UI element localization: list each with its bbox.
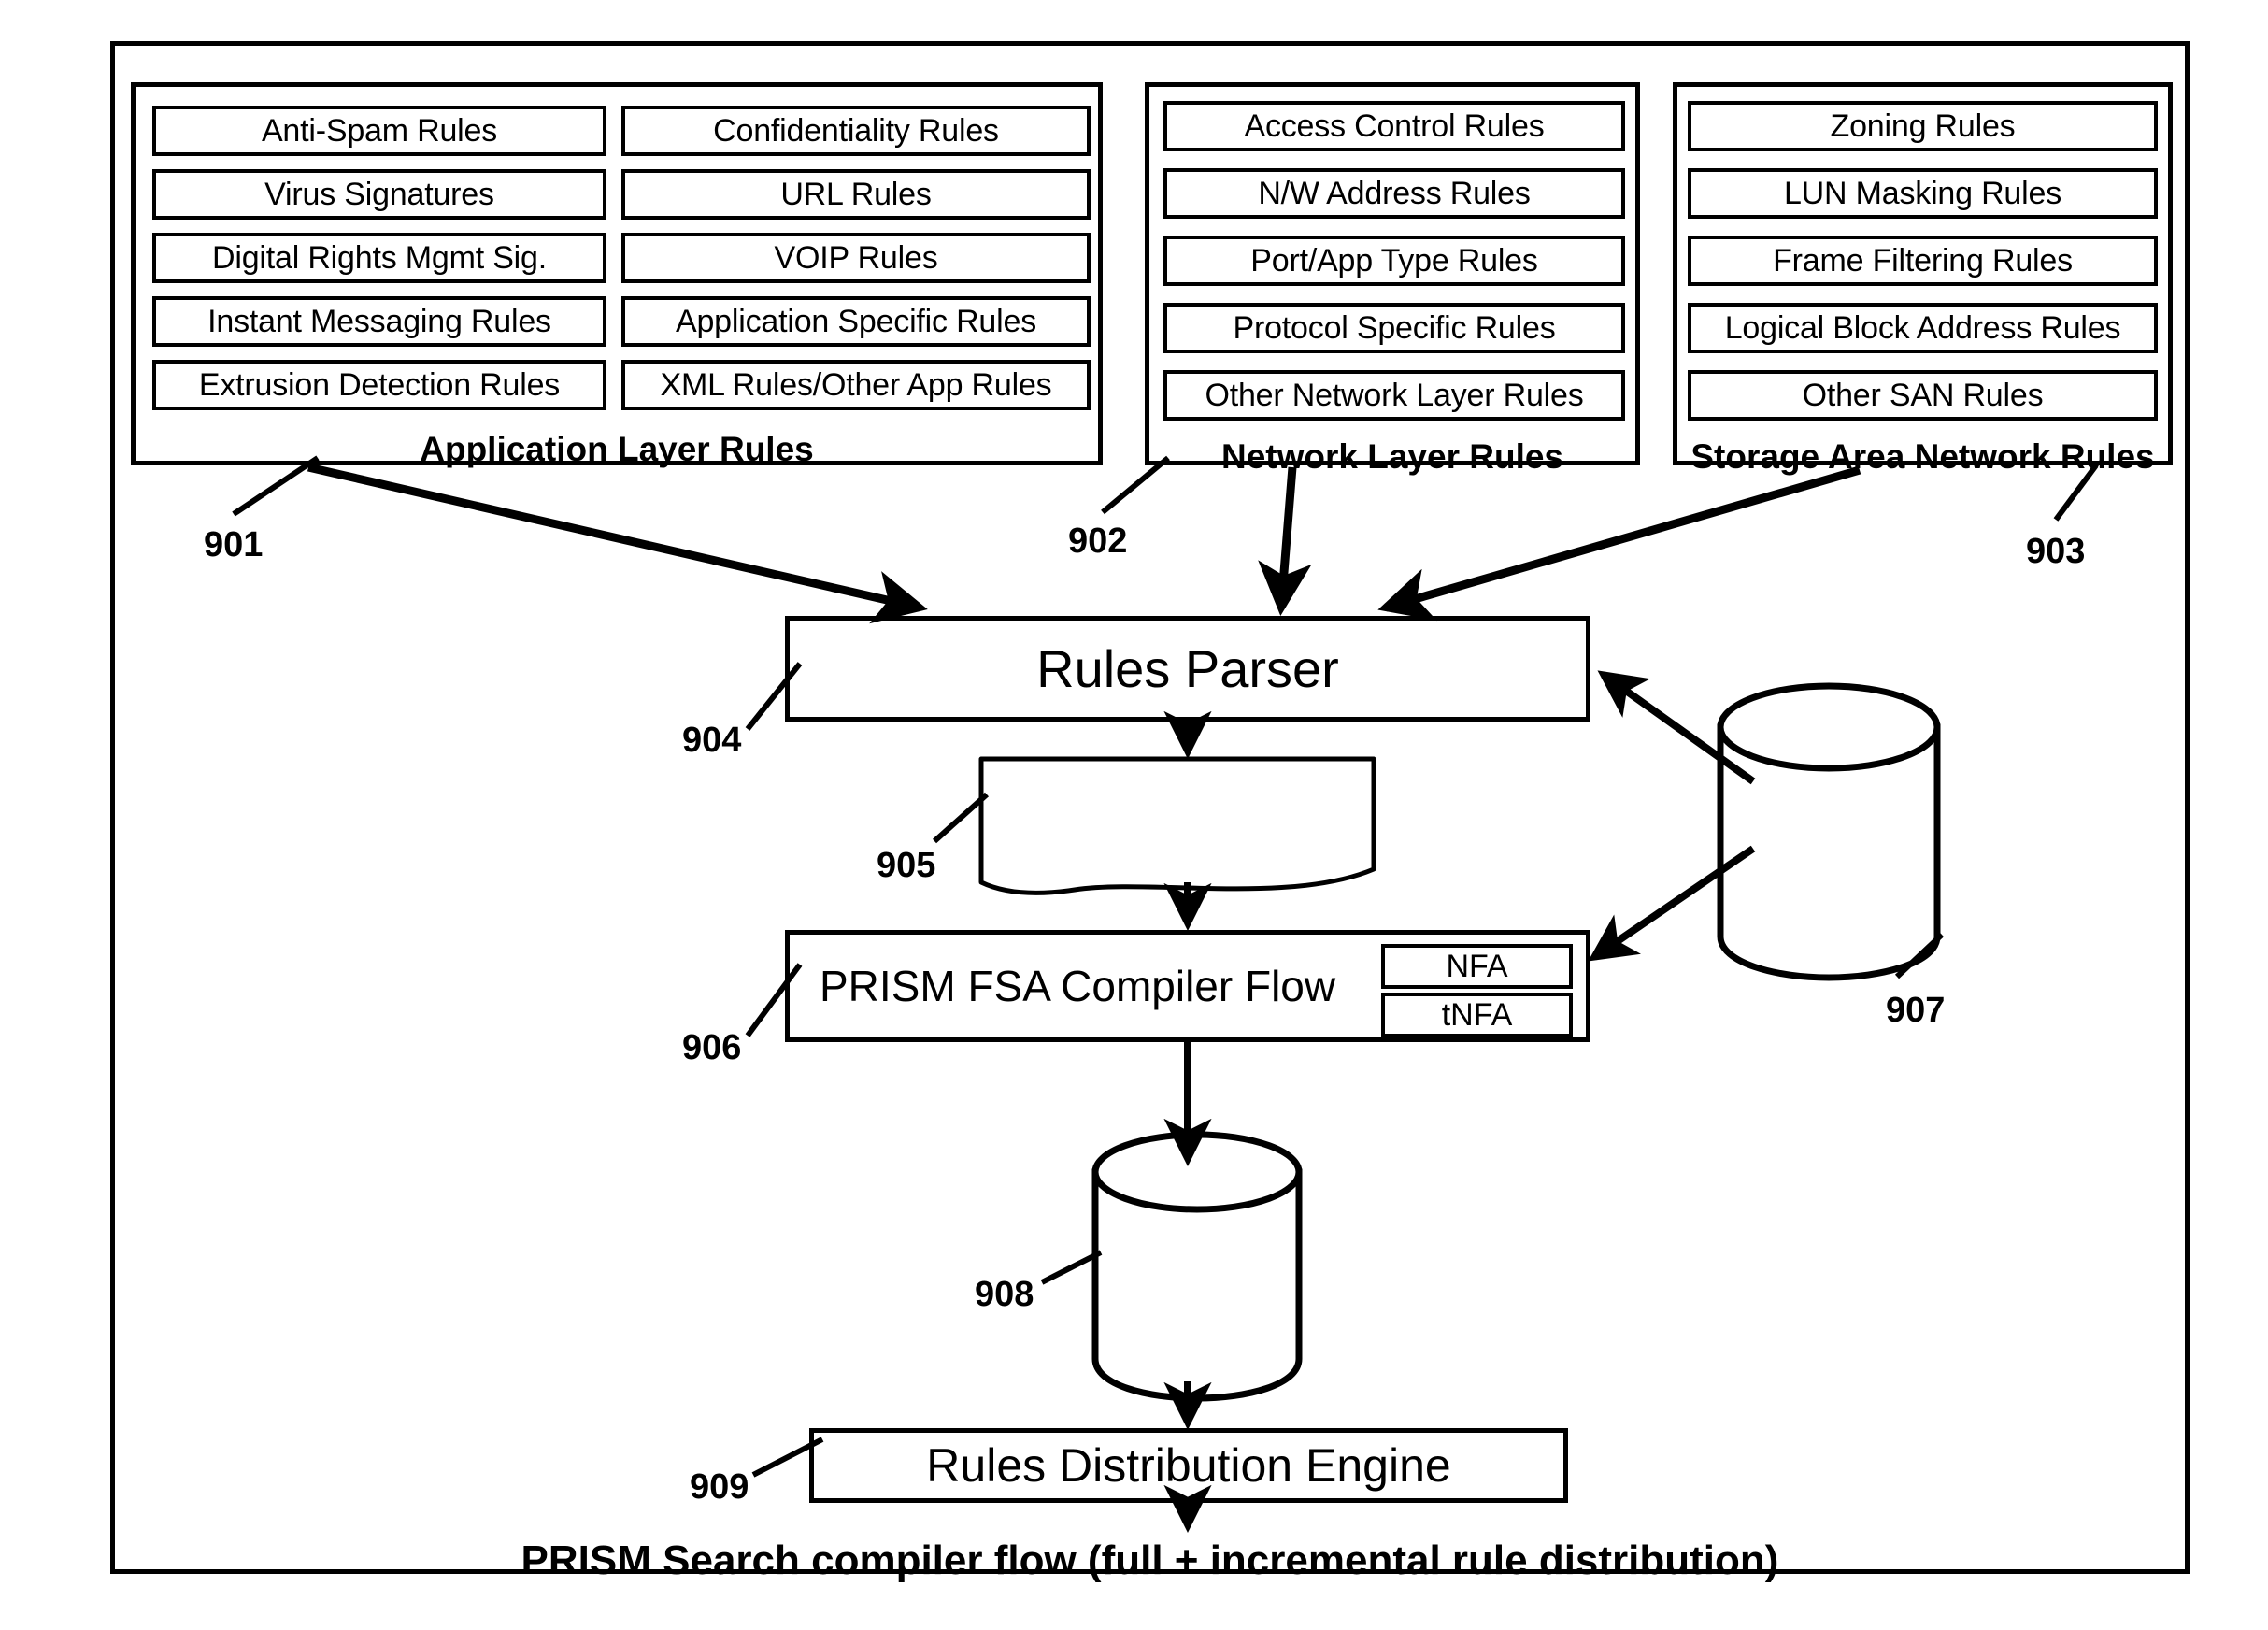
rule-box-instant-messaging[interactable]: Instant Messaging Rules — [152, 296, 606, 347]
sub-box-nfa[interactable]: NFA — [1381, 944, 1573, 989]
rule-box-digital-rights-mgmt-sig[interactable]: Digital Rights Mgmt Sig. — [152, 233, 606, 283]
rule-box-url[interactable]: URL Rules — [621, 169, 1091, 220]
ref-numeral-909: 909 — [690, 1467, 749, 1507]
rule-box-anti-spam[interactable]: Anti-Spam Rules — [152, 106, 606, 156]
process-box-regular-expressions-label: Regular Expressions (RE) — [1017, 765, 1338, 863]
rule-box-lun-masking[interactable]: LUN Masking Rules — [1688, 168, 2158, 219]
rule-box-voip[interactable]: VOIP Rules — [621, 233, 1091, 283]
ref-numeral-902: 902 — [1068, 522, 1128, 561]
ref-numeral-905: 905 — [877, 846, 936, 885]
rule-box-xml-other-app[interactable]: XML Rules/Other App Rules — [621, 360, 1091, 410]
rule-box-extrusion-detection[interactable]: Extrusion Detection Rules — [152, 360, 606, 410]
rule-box-application-specific[interactable]: Application Specific Rules — [621, 296, 1091, 347]
rule-box-frame-filtering[interactable]: Frame Filtering Rules — [1688, 236, 2158, 286]
rule-box-confidentiality[interactable]: Confidentiality Rules — [621, 106, 1091, 156]
rule-box-protocol-specific[interactable]: Protocol Specific Rules — [1163, 303, 1625, 353]
ref-numeral-908: 908 — [975, 1275, 1034, 1314]
process-box-rules-parser[interactable]: Rules Parser — [785, 616, 1590, 722]
sub-box-tnfa[interactable]: tNFA — [1381, 993, 1573, 1037]
ref-numeral-903: 903 — [2026, 532, 2086, 571]
rule-box-nw-address[interactable]: N/W Address Rules — [1163, 168, 1625, 219]
compiled-rules-database-label: Compiled Rules Database Storage — [1144, 1191, 1269, 1333]
process-box-rules-distribution-engine[interactable]: Rules Distribution Engine — [809, 1428, 1568, 1503]
group-label-storage-area-network: Storage Area Network Rules — [1690, 437, 2155, 476]
fsa-compiler-flow-label: PRISM FSA Compiler Flow — [820, 962, 1336, 1010]
rule-box-port-app-type[interactable]: Port/App Type Rules — [1163, 236, 1625, 286]
node-capability-database-label: Node Capability/ Connectivity Database — [1749, 765, 1908, 907]
rule-box-other-network-layer[interactable]: Other Network Layer Rules — [1163, 370, 1625, 421]
figure-caption: PRISM Search compiler flow (full + incre… — [521, 1537, 1779, 1583]
rule-box-access-control[interactable]: Access Control Rules — [1163, 101, 1625, 151]
patent-figure-page: Anti-Spam Rules Virus Signatures Digital… — [0, 0, 2268, 1630]
ref-numeral-904: 904 — [682, 721, 742, 760]
rule-box-logical-block-address[interactable]: Logical Block Address Rules — [1688, 303, 2158, 353]
group-label-network-layer: Network Layer Rules — [1220, 437, 1564, 476]
ref-numeral-901: 901 — [204, 525, 264, 565]
group-label-application-layer: Application Layer Rules — [420, 430, 814, 468]
rule-box-virus-signatures[interactable]: Virus Signatures — [152, 169, 606, 220]
ref-numeral-906: 906 — [682, 1028, 742, 1067]
rule-box-other-san[interactable]: Other SAN Rules — [1688, 370, 2158, 421]
ref-numeral-907: 907 — [1886, 991, 1946, 1030]
rule-box-zoning[interactable]: Zoning Rules — [1688, 101, 2158, 151]
